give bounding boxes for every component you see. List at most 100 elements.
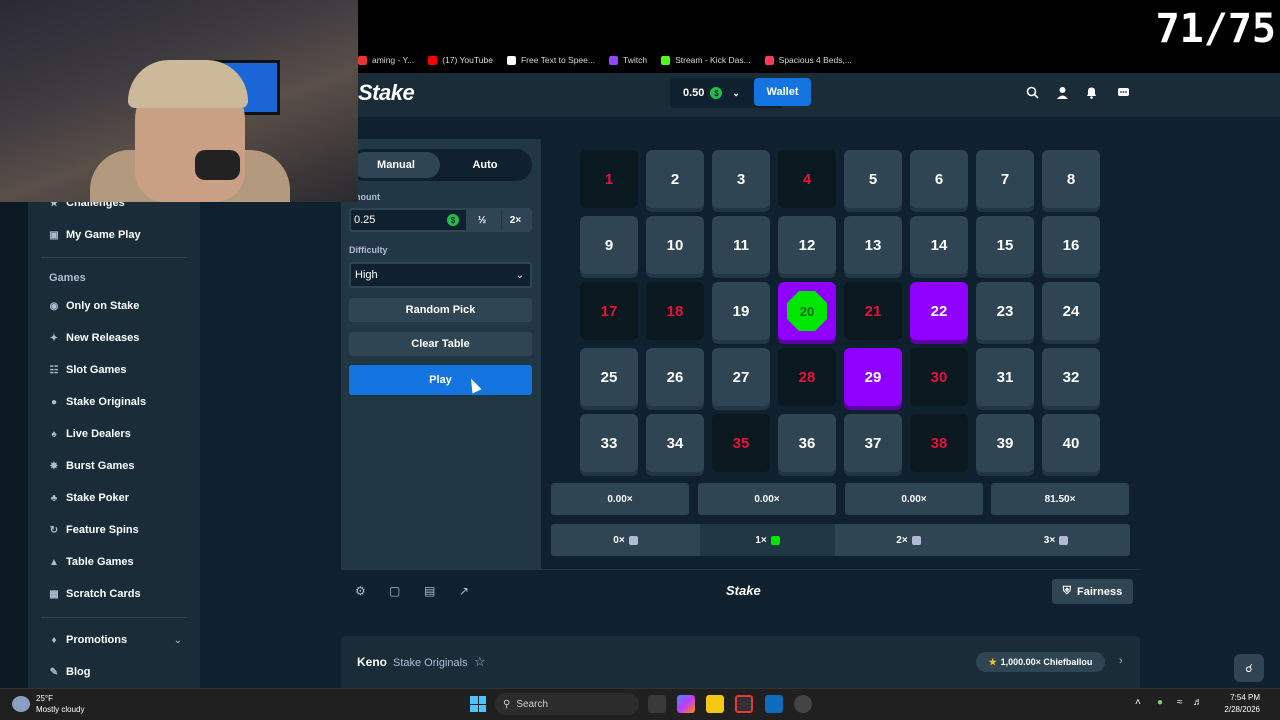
keno-tile[interactable]: 24 bbox=[1042, 282, 1100, 340]
file-explorer-icon[interactable] bbox=[706, 695, 724, 713]
stake-logo[interactable]: Stake bbox=[358, 80, 415, 106]
keno-tile[interactable]: 27 bbox=[712, 348, 770, 406]
keno-tile[interactable]: 4 bbox=[778, 150, 836, 208]
blog-icon: ✎ bbox=[49, 666, 59, 678]
keno-tile[interactable]: 18 bbox=[646, 282, 704, 340]
keno-tile[interactable]: 25 bbox=[580, 348, 638, 406]
headset-icon[interactable]: ☌ bbox=[1234, 654, 1264, 682]
random-pick-button[interactable]: Random Pick bbox=[349, 298, 532, 322]
top-win-badge[interactable]: ★ 1,000.00× Chiefballou bbox=[976, 652, 1105, 672]
sidebar-item-stake-poker[interactable]: ♣ Stake Poker bbox=[48, 492, 129, 504]
chat-icon[interactable] bbox=[1115, 84, 1131, 100]
search-icon[interactable] bbox=[1024, 84, 1040, 100]
bookmark-item[interactable]: Stream - Kick Das... bbox=[661, 55, 751, 65]
keno-tile[interactable]: 14 bbox=[910, 216, 968, 274]
keno-tile[interactable]: 38 bbox=[910, 414, 968, 472]
keno-tile[interactable]: 39 bbox=[976, 414, 1034, 472]
bell-icon[interactable] bbox=[1083, 84, 1099, 100]
double-bet-button[interactable]: 2× bbox=[501, 210, 529, 230]
keno-tile[interactable]: 19 bbox=[712, 282, 770, 340]
chevron-down-icon[interactable]: ⌄ bbox=[174, 635, 182, 646]
task-view-icon[interactable] bbox=[648, 695, 666, 713]
keno-tile[interactable]: 37 bbox=[844, 414, 902, 472]
bookmark-item[interactable]: (17) YouTube bbox=[428, 55, 493, 65]
store-icon[interactable] bbox=[765, 695, 783, 713]
keno-tile[interactable]: 3 bbox=[712, 150, 770, 208]
keno-tile[interactable]: 11 bbox=[712, 216, 770, 274]
keno-tile[interactable]: 9 bbox=[580, 216, 638, 274]
chevron-right-icon[interactable]: › bbox=[1119, 655, 1123, 667]
keno-tile[interactable]: 35 bbox=[712, 414, 770, 472]
difficulty-select[interactable]: High ⌄ bbox=[349, 262, 532, 288]
keno-tile[interactable]: 32 bbox=[1042, 348, 1100, 406]
wifi-icon[interactable]: ≈ bbox=[1177, 697, 1183, 708]
taskbar-clock[interactable]: 7:54 PM 2/28/2026 bbox=[1212, 692, 1260, 716]
keno-tile[interactable]: 31 bbox=[976, 348, 1034, 406]
weather-widget[interactable]: 25°F Mostly cloudy bbox=[12, 693, 84, 715]
theatre-icon[interactable]: ▢ bbox=[389, 584, 400, 598]
keno-tile[interactable]: 22 bbox=[910, 282, 968, 340]
sidebar-item-stake-originals[interactable]: ● Stake Originals bbox=[48, 396, 146, 408]
chevron-up-icon[interactable]: ˄ bbox=[1135, 697, 1141, 708]
fairness-button[interactable]: ⛨ Fairness bbox=[1052, 579, 1133, 604]
sidebar-item-live-dealers[interactable]: ♠ Live Dealers bbox=[48, 428, 130, 440]
bookmark-item[interactable]: Twitch bbox=[608, 55, 647, 65]
tab-auto[interactable]: Auto bbox=[441, 152, 529, 178]
sidebar-item-burst-games[interactable]: ✸ Burst Games bbox=[48, 460, 135, 472]
wallet-button[interactable]: Wallet bbox=[754, 78, 811, 106]
keno-tile[interactable]: 20 bbox=[778, 282, 836, 340]
keno-tile[interactable]: 29 bbox=[844, 348, 902, 406]
keno-tile[interactable]: 23 bbox=[976, 282, 1034, 340]
sparkle-icon: ✦ bbox=[49, 332, 59, 344]
keno-tile[interactable]: 6 bbox=[910, 150, 968, 208]
keno-tile[interactable]: 10 bbox=[646, 216, 704, 274]
copilot-icon[interactable] bbox=[677, 695, 695, 713]
half-bet-button[interactable]: ½ bbox=[469, 210, 495, 230]
keno-tile[interactable]: 12 bbox=[778, 216, 836, 274]
keno-tile[interactable]: 2 bbox=[646, 150, 704, 208]
keno-tile[interactable]: 13 bbox=[844, 216, 902, 274]
sidebar-item-new-releases[interactable]: ✦ New Releases bbox=[48, 332, 140, 344]
keno-tile[interactable]: 7 bbox=[976, 150, 1034, 208]
keno-tile[interactable]: 15 bbox=[976, 216, 1034, 274]
sidebar-item-scratch-cards[interactable]: ▦ Scratch Cards bbox=[48, 588, 140, 600]
windows-start-icon[interactable] bbox=[470, 696, 486, 712]
game-subtitle[interactable]: Stake Originals bbox=[393, 657, 468, 669]
user-icon[interactable] bbox=[1054, 84, 1070, 100]
keno-tile[interactable]: 5 bbox=[844, 150, 902, 208]
stats-icon[interactable]: ▤ bbox=[424, 584, 435, 598]
sidebar-item-my-game-play[interactable]: ▣ My Game Play bbox=[48, 229, 140, 241]
keno-tile[interactable]: 8 bbox=[1042, 150, 1100, 208]
popout-icon[interactable]: ↗ bbox=[459, 584, 469, 598]
star-icon[interactable]: ☆ bbox=[474, 654, 486, 670]
browser-icon[interactable] bbox=[735, 695, 753, 713]
sidebar-item-table-games[interactable]: ▲ Table Games bbox=[48, 556, 134, 568]
settings-icon[interactable]: ⚙ bbox=[355, 584, 366, 598]
app-icon[interactable] bbox=[794, 695, 812, 713]
microphone-icon[interactable]: ● bbox=[1157, 697, 1163, 708]
play-button[interactable]: Play bbox=[349, 365, 532, 395]
keno-tile[interactable]: 1 bbox=[580, 150, 638, 208]
sidebar-item-blog[interactable]: ✎ Blog bbox=[48, 666, 91, 678]
keno-tile[interactable]: 16 bbox=[1042, 216, 1100, 274]
bookmark-item[interactable]: Free Text to Spee... bbox=[506, 55, 595, 65]
keno-tile[interactable]: 28 bbox=[778, 348, 836, 406]
sidebar-item-only-on-stake[interactable]: ◉ Only on Stake bbox=[48, 300, 140, 312]
keno-tile[interactable]: 36 bbox=[778, 414, 836, 472]
tab-manual[interactable]: Manual bbox=[352, 152, 440, 178]
keno-tile[interactable]: 30 bbox=[910, 348, 968, 406]
sidebar-item-promotions[interactable]: ♦ Promotions bbox=[48, 634, 181, 646]
keno-tile[interactable]: 17 bbox=[580, 282, 638, 340]
keno-tile[interactable]: 21 bbox=[844, 282, 902, 340]
keno-tile[interactable]: 40 bbox=[1042, 414, 1100, 472]
taskbar-search[interactable]: ⚲ Search bbox=[495, 693, 639, 715]
bookmark-item[interactable]: aming - Y... bbox=[358, 55, 414, 65]
sidebar-item-slot-games[interactable]: ☷ Slot Games bbox=[48, 364, 127, 376]
keno-tile[interactable]: 34 bbox=[646, 414, 704, 472]
keno-tile[interactable]: 26 bbox=[646, 348, 704, 406]
clear-table-button[interactable]: Clear Table bbox=[349, 332, 532, 356]
sidebar-item-feature-spins[interactable]: ↻ Feature Spins bbox=[48, 524, 139, 536]
volume-icon[interactable]: ♬ bbox=[1193, 697, 1203, 708]
bookmark-item[interactable]: Spacious 4 Beds,... bbox=[764, 55, 852, 65]
keno-tile[interactable]: 33 bbox=[580, 414, 638, 472]
